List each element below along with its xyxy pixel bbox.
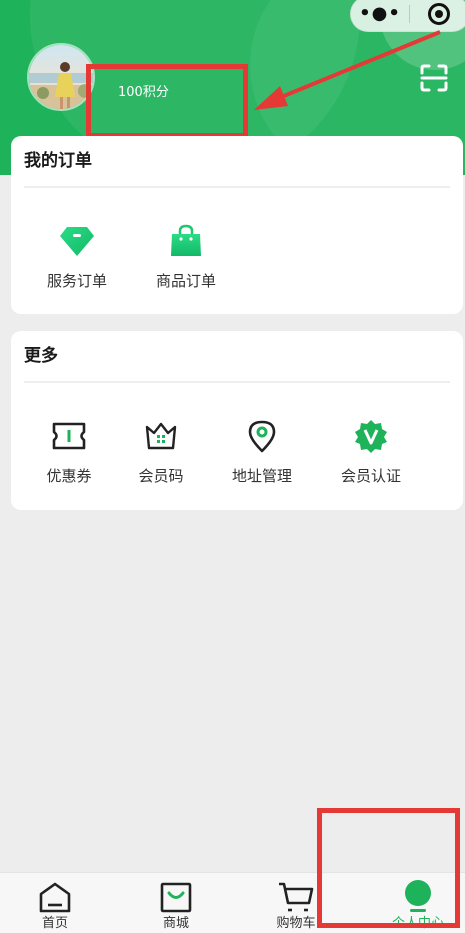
coupon-label: 优惠券: [46, 467, 92, 485]
member-verification-label: 会员认证: [340, 467, 401, 485]
shopping-bag-icon: [171, 224, 201, 256]
member-verification-entry[interactable]: 会员认证: [331, 416, 411, 486]
annotation-arrow: [254, 30, 441, 110]
coupon-entry[interactable]: 优惠券: [35, 416, 103, 486]
avatar[interactable]: [27, 43, 95, 111]
service-orders-entry[interactable]: 服务订单: [43, 221, 111, 291]
product-orders-label: 商品订单: [155, 272, 216, 290]
target-icon: [428, 3, 450, 25]
home-icon: [39, 882, 71, 913]
verified-badge-icon: [355, 420, 387, 453]
member-code-entry[interactable]: 会员码: [127, 416, 195, 486]
cart-icon: [279, 882, 314, 912]
address-management-entry[interactable]: 地址管理: [222, 416, 302, 486]
tab-store[interactable]: 商城: [136, 879, 216, 933]
tab-label: 商城: [162, 916, 189, 931]
more-card: 更多 优惠券 会员码 地址管理 会员认证: [11, 331, 463, 510]
coupon-icon: [52, 422, 86, 450]
product-orders-entry[interactable]: 商品订单: [152, 221, 220, 291]
diamond-icon: [60, 227, 94, 256]
divider: [24, 381, 450, 383]
location-pin-icon: [248, 420, 276, 453]
address-management-label: 地址管理: [231, 467, 292, 485]
tab-label: 首页: [41, 916, 68, 931]
store-icon: [160, 882, 192, 913]
more-menu-button[interactable]: •●•: [351, 4, 409, 24]
member-code-label: 会员码: [138, 467, 184, 485]
section-title: 更多: [24, 346, 58, 366]
member-code-icon: [145, 422, 177, 450]
section-title: 我的订单: [24, 151, 92, 171]
my-orders-card: 我的订单 服务订单 商品订单: [11, 136, 463, 314]
service-orders-label: 服务订单: [46, 272, 107, 290]
tab-home[interactable]: 首页: [15, 879, 95, 933]
close-button[interactable]: [410, 3, 465, 25]
divider: [24, 186, 450, 188]
annotation-highlight-box: [317, 808, 460, 928]
tab-label: 购物车: [276, 916, 316, 931]
annotation-highlight-box: [86, 64, 248, 138]
